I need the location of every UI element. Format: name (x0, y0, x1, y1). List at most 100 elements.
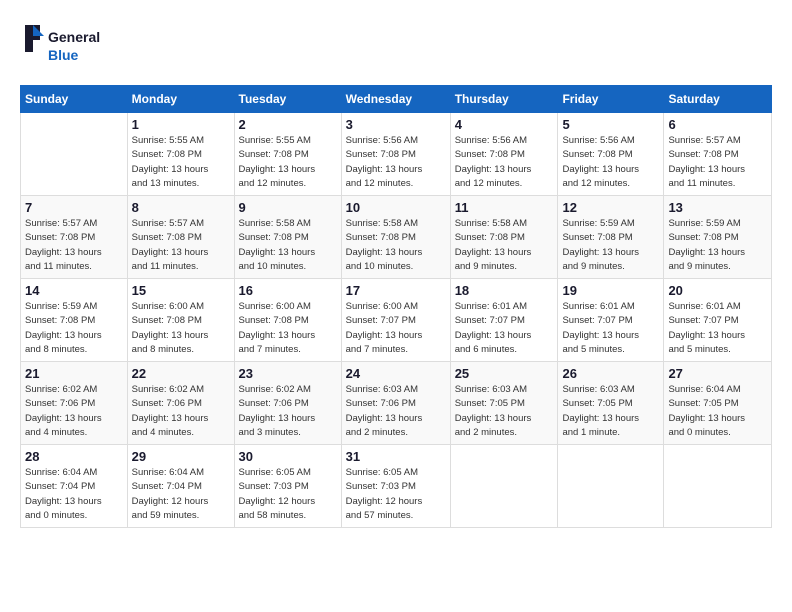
column-header-tuesday: Tuesday (234, 86, 341, 113)
day-number: 20 (668, 283, 767, 298)
calendar-cell: 4Sunrise: 5:56 AM Sunset: 7:08 PM Daylig… (450, 113, 558, 196)
calendar-cell: 25 Sunrise: 6:03 AM Sunset: 7:05 PM Dayli… (450, 362, 558, 445)
calendar-cell (21, 113, 128, 196)
calendar-cell: 2 Sunrise: 5:55 AM Sunset: 7:08 PM Daylig… (234, 113, 341, 196)
day-number: 24 (346, 366, 446, 381)
day-info: Sunrise: 5:56 AM Sunset: 7:08 PM Dayligh… (455, 134, 554, 191)
day-info: Sunrise: 5:58 AM Sunset: 7:08 PM Dayligh… (346, 217, 446, 274)
calendar-cell: 7Sunrise: 5:57 AM Sunset: 7:08 PM Daylig… (21, 196, 128, 279)
calendar-cell: 24Sunrise: 6:03 AM Sunset: 7:06 PM Dayli… (341, 362, 450, 445)
calendar-cell: 29 Sunrise: 6:04 AM Sunset: 7:04 PM Dayli… (127, 445, 234, 528)
calendar-week-row: 21Sunrise: 6:02 AM Sunset: 7:06 PM Dayli… (21, 362, 772, 445)
day-info: Sunrise: 6:02 AM Sunset: 7:06 PM Dayligh… (239, 383, 337, 440)
calendar-cell: 9 Sunrise: 5:58 AM Sunset: 7:08 PM Daylig… (234, 196, 341, 279)
day-info: Sunrise: 6:02 AM Sunset: 7:06 PM Dayligh… (25, 383, 123, 440)
day-number: 1 (132, 117, 230, 132)
calendar-cell: 20 Sunrise: 6:01 AM Sunset: 7:07 PM Dayli… (664, 279, 772, 362)
column-header-monday: Monday (127, 86, 234, 113)
day-info: Sunrise: 5:59 AM Sunset: 7:08 PM Dayligh… (562, 217, 659, 274)
day-info: Sunrise: 6:01 AM Sunset: 7:07 PM Dayligh… (668, 300, 767, 357)
calendar-cell: 11Sunrise: 5:58 AM Sunset: 7:08 PM Dayli… (450, 196, 558, 279)
column-header-wednesday: Wednesday (341, 86, 450, 113)
svg-text:Blue: Blue (48, 47, 79, 63)
day-number: 2 (239, 117, 337, 132)
day-info: Sunrise: 5:57 AM Sunset: 7:08 PM Dayligh… (668, 134, 767, 191)
day-number: 23 (239, 366, 337, 381)
day-info: Sunrise: 6:05 AM Sunset: 7:03 PM Dayligh… (346, 466, 446, 523)
day-info: Sunrise: 6:04 AM Sunset: 7:04 PM Dayligh… (132, 466, 230, 523)
logo: General Blue (20, 20, 140, 75)
calendar-header-row: SundayMondayTuesdayWednesdayThursdayFrid… (21, 86, 772, 113)
svg-text:General: General (48, 29, 100, 45)
day-info: Sunrise: 5:57 AM Sunset: 7:08 PM Dayligh… (25, 217, 123, 274)
day-number: 18 (455, 283, 554, 298)
calendar-cell: 5 Sunrise: 5:56 AM Sunset: 7:08 PM Daylig… (558, 113, 664, 196)
calendar-cell: 17 Sunrise: 6:00 AM Sunset: 7:07 PM Dayli… (341, 279, 450, 362)
day-number: 31 (346, 449, 446, 464)
calendar-cell: 1 Sunrise: 5:55 AM Sunset: 7:08 PM Daylig… (127, 113, 234, 196)
column-header-thursday: Thursday (450, 86, 558, 113)
calendar-cell: 18 Sunrise: 6:01 AM Sunset: 7:07 PM Dayli… (450, 279, 558, 362)
page-header: General Blue (20, 20, 772, 75)
day-info: Sunrise: 6:00 AM Sunset: 7:08 PM Dayligh… (132, 300, 230, 357)
column-header-saturday: Saturday (664, 86, 772, 113)
day-number: 26 (562, 366, 659, 381)
calendar-cell: 30Sunrise: 6:05 AM Sunset: 7:03 PM Dayli… (234, 445, 341, 528)
calendar-cell: 13Sunrise: 5:59 AM Sunset: 7:08 PM Dayli… (664, 196, 772, 279)
day-number: 19 (562, 283, 659, 298)
day-number: 8 (132, 200, 230, 215)
day-info: Sunrise: 6:00 AM Sunset: 7:07 PM Dayligh… (346, 300, 446, 357)
day-number: 16 (239, 283, 337, 298)
day-info: Sunrise: 6:03 AM Sunset: 7:05 PM Dayligh… (562, 383, 659, 440)
calendar-cell (558, 445, 664, 528)
calendar-week-row: 28 Sunrise: 6:04 AM Sunset: 7:04 PM Dayli… (21, 445, 772, 528)
day-info: Sunrise: 6:00 AM Sunset: 7:08 PM Dayligh… (239, 300, 337, 357)
calendar-cell: 8 Sunrise: 5:57 AM Sunset: 7:08 PM Daylig… (127, 196, 234, 279)
day-number: 6 (668, 117, 767, 132)
day-number: 5 (562, 117, 659, 132)
calendar-cell: 27 Sunrise: 6:04 AM Sunset: 7:05 PM Dayli… (664, 362, 772, 445)
day-info: Sunrise: 5:56 AM Sunset: 7:08 PM Dayligh… (562, 134, 659, 191)
day-number: 9 (239, 200, 337, 215)
day-number: 10 (346, 200, 446, 215)
column-header-sunday: Sunday (21, 86, 128, 113)
calendar-cell: 31 Sunrise: 6:05 AM Sunset: 7:03 PM Dayli… (341, 445, 450, 528)
day-info: Sunrise: 5:55 AM Sunset: 7:08 PM Dayligh… (239, 134, 337, 191)
calendar-week-row: 1 Sunrise: 5:55 AM Sunset: 7:08 PM Daylig… (21, 113, 772, 196)
calendar-cell (450, 445, 558, 528)
day-info: Sunrise: 6:01 AM Sunset: 7:07 PM Dayligh… (562, 300, 659, 357)
calendar-cell: 26 Sunrise: 6:03 AM Sunset: 7:05 PM Dayli… (558, 362, 664, 445)
day-info: Sunrise: 5:57 AM Sunset: 7:08 PM Dayligh… (132, 217, 230, 274)
day-number: 12 (562, 200, 659, 215)
day-info: Sunrise: 5:58 AM Sunset: 7:08 PM Dayligh… (455, 217, 554, 274)
day-info: Sunrise: 5:56 AM Sunset: 7:08 PM Dayligh… (346, 134, 446, 191)
calendar-cell (664, 445, 772, 528)
day-info: Sunrise: 6:02 AM Sunset: 7:06 PM Dayligh… (132, 383, 230, 440)
calendar-cell: 14 Sunrise: 5:59 AM Sunset: 7:08 PM Dayli… (21, 279, 128, 362)
day-number: 13 (668, 200, 767, 215)
day-number: 27 (668, 366, 767, 381)
day-info: Sunrise: 6:01 AM Sunset: 7:07 PM Dayligh… (455, 300, 554, 357)
calendar-cell: 10 Sunrise: 5:58 AM Sunset: 7:08 PM Dayli… (341, 196, 450, 279)
day-info: Sunrise: 6:03 AM Sunset: 7:05 PM Dayligh… (455, 383, 554, 440)
day-number: 29 (132, 449, 230, 464)
calendar-cell: 28Sunrise: 6:04 AM Sunset: 7:04 PM Dayli… (21, 445, 128, 528)
calendar-cell: 21Sunrise: 6:02 AM Sunset: 7:06 PM Dayli… (21, 362, 128, 445)
day-info: Sunrise: 5:55 AM Sunset: 7:08 PM Dayligh… (132, 134, 230, 191)
calendar-table: SundayMondayTuesdayWednesdayThursdayFrid… (20, 85, 772, 528)
calendar-cell: 19 Sunrise: 6:01 AM Sunset: 7:07 PM Dayli… (558, 279, 664, 362)
day-number: 25 (455, 366, 554, 381)
day-info: Sunrise: 5:59 AM Sunset: 7:08 PM Dayligh… (25, 300, 123, 357)
day-number: 15 (132, 283, 230, 298)
day-number: 14 (25, 283, 123, 298)
column-header-friday: Friday (558, 86, 664, 113)
day-info: Sunrise: 5:58 AM Sunset: 7:08 PM Dayligh… (239, 217, 337, 274)
day-number: 22 (132, 366, 230, 381)
day-info: Sunrise: 6:05 AM Sunset: 7:03 PM Dayligh… (239, 466, 337, 523)
calendar-cell: 22 Sunrise: 6:02 AM Sunset: 7:06 PM Dayli… (127, 362, 234, 445)
day-number: 17 (346, 283, 446, 298)
day-number: 28 (25, 449, 123, 464)
calendar-week-row: 7Sunrise: 5:57 AM Sunset: 7:08 PM Daylig… (21, 196, 772, 279)
day-info: Sunrise: 6:04 AM Sunset: 7:05 PM Dayligh… (668, 383, 767, 440)
calendar-cell: 16 Sunrise: 6:00 AM Sunset: 7:08 PM Dayli… (234, 279, 341, 362)
